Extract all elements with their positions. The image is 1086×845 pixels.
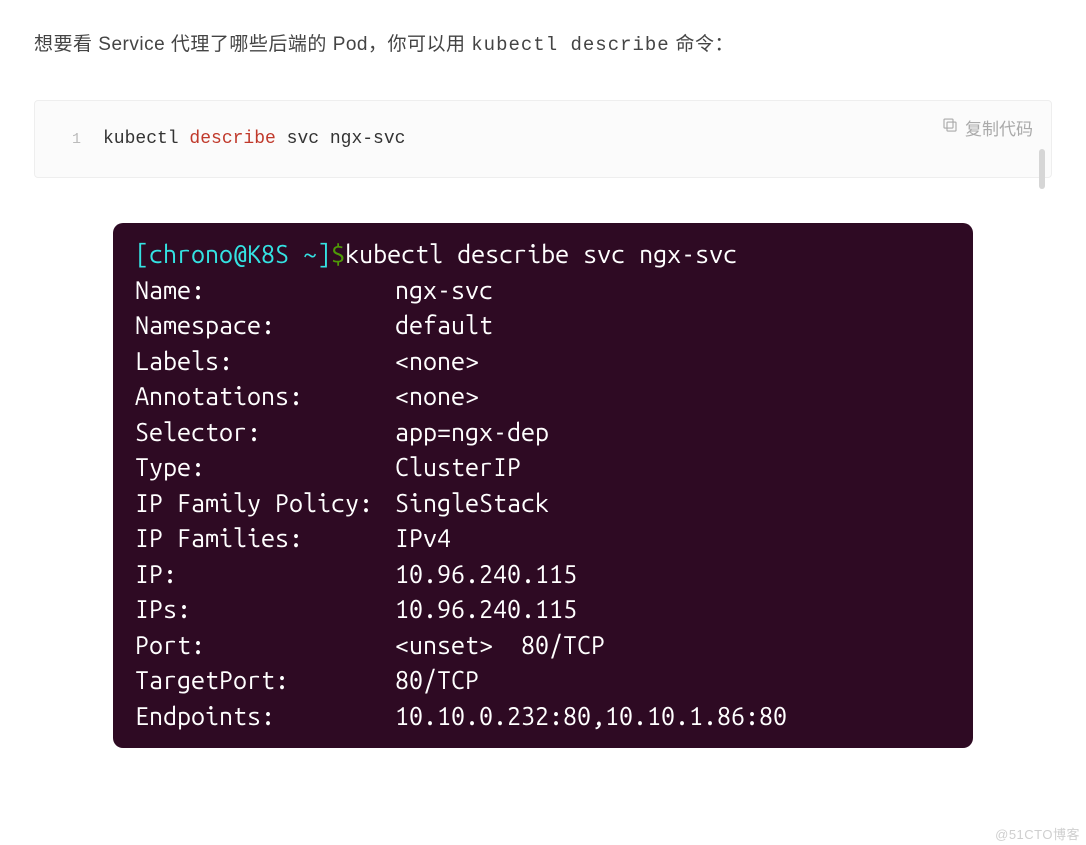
terminal-row: IP Families:IPv4 [135, 521, 951, 557]
code-line: 1 kubectl describe svc ngx-svc [53, 129, 1033, 149]
terminal-value: 10.10.0.232:80,10.10.1.86:80 [395, 702, 787, 730]
terminal-row: Type:ClusterIP [135, 450, 951, 486]
terminal-value: <none> [395, 382, 479, 410]
terminal-key: Type: [135, 450, 395, 486]
terminal-row: TargetPort:80/TCP [135, 663, 951, 699]
line-number: 1 [53, 131, 103, 148]
terminal-row: Selector:app=ngx-dep [135, 415, 951, 451]
terminal-value: 10.96.240.115 [395, 595, 577, 623]
terminal-value: 80/TCP [395, 666, 479, 694]
terminal-value: 10.96.240.115 [395, 560, 577, 588]
terminal-row: Port:<unset> 80/TCP [135, 628, 951, 664]
terminal-value: <none> [395, 347, 479, 375]
terminal-row: IP:10.96.240.115 [135, 557, 951, 593]
terminal-key: IP: [135, 557, 395, 593]
terminal-row: Annotations:<none> [135, 379, 951, 415]
code-block: 复制代码 1 kubectl describe svc ngx-svc [34, 100, 1052, 178]
terminal-key: Selector: [135, 415, 395, 451]
intro-prefix: 想要看 Service 代理了哪些后端的 Pod，你可以用 [34, 34, 471, 55]
terminal-value: <unset> 80/TCP [395, 631, 605, 659]
terminal-key: Name: [135, 273, 395, 309]
code-text: kubectl describe svc ngx-svc [103, 129, 405, 149]
terminal-key: Endpoints: [135, 699, 395, 735]
terminal-row: Name:ngx-svc [135, 273, 951, 309]
copy-code-button[interactable]: 复制代码 [941, 115, 1033, 140]
intro-text: 想要看 Service 代理了哪些后端的 Pod，你可以用 kubectl de… [34, 30, 1052, 60]
terminal-row: IP Family Policy:SingleStack [135, 486, 951, 522]
terminal-row: Endpoints:10.10.0.232:80,10.10.1.86:80 [135, 699, 951, 735]
terminal-value: app=ngx-dep [395, 418, 549, 446]
copy-icon [941, 116, 959, 139]
terminal-row: Namespace:default [135, 308, 951, 344]
terminal-output: [chrono@K8S ~]$kubectl describe svc ngx-… [113, 223, 973, 748]
copy-code-label: 复制代码 [965, 115, 1033, 140]
terminal-value: SingleStack [395, 489, 549, 517]
terminal-key: TargetPort: [135, 663, 395, 699]
terminal-key: Namespace: [135, 308, 395, 344]
terminal-key: Port: [135, 628, 395, 664]
terminal-row: IPs:10.96.240.115 [135, 592, 951, 628]
terminal-value: ClusterIP [395, 453, 521, 481]
watermark: @51CTO博客 [995, 824, 1080, 843]
terminal-key: IPs: [135, 592, 395, 628]
terminal-key: IP Family Policy: [135, 486, 395, 522]
terminal-key: IP Families: [135, 521, 395, 557]
terminal-key: Annotations: [135, 379, 395, 415]
terminal-command: kubectl describe svc ngx-svc [345, 240, 737, 268]
terminal-row: Labels:<none> [135, 344, 951, 380]
intro-command: kubectl describe [471, 34, 669, 56]
terminal-key: Labels: [135, 344, 395, 380]
terminal-value: default [395, 311, 493, 339]
terminal-value: IPv4 [395, 524, 451, 552]
terminal-value: ngx-svc [395, 276, 493, 304]
code-keyword: describe [189, 129, 275, 149]
terminal-prompt-line: [chrono@K8S ~]$kubectl describe svc ngx-… [135, 237, 951, 273]
code-scrollbar[interactable] [1039, 149, 1045, 189]
intro-suffix: 命令： [670, 34, 734, 55]
